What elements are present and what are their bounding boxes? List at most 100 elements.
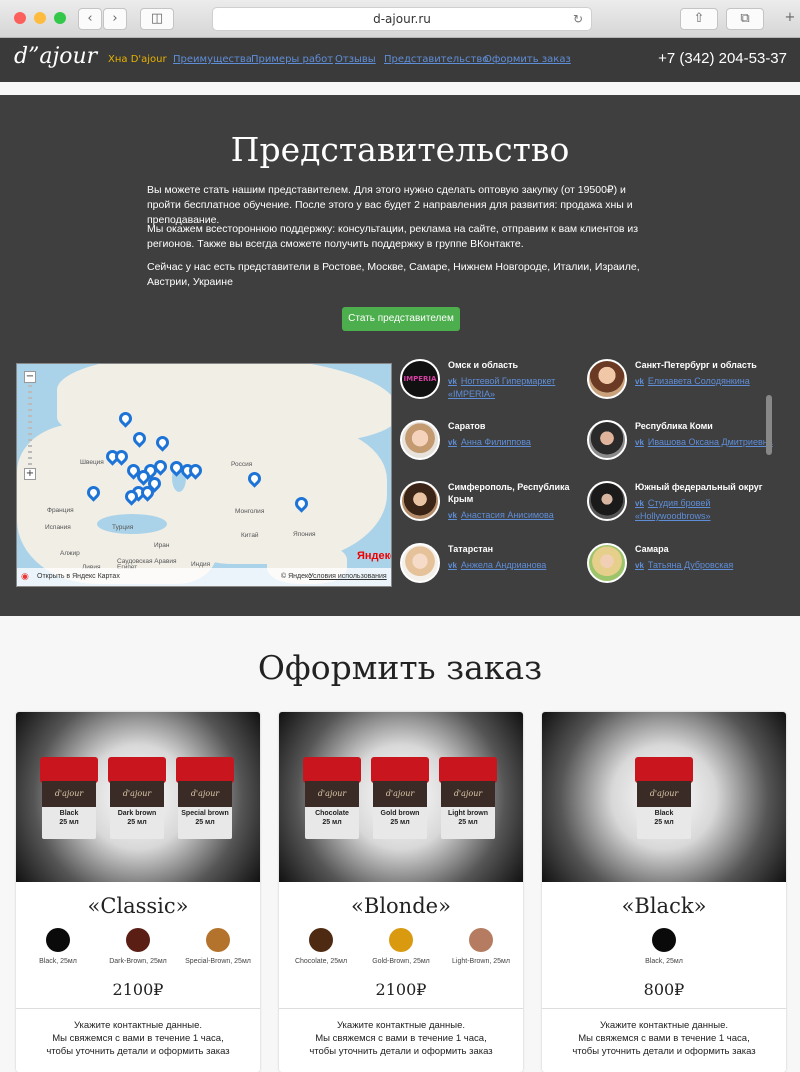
zoom-window-icon[interactable] [54, 12, 66, 24]
become-representative-button[interactable]: Стать представителем [342, 307, 460, 331]
rep-item: Санкт-Петербург и область vk Елизавета Со… [587, 359, 767, 419]
product-image: d'ajour Black 25 мл d'ajour Dark brown 25 мл… [16, 712, 260, 882]
nav-link-advantages[interactable]: Преимущества [173, 54, 252, 65]
phone-number[interactable]: +7 (342) 204-53-37 [658, 50, 787, 67]
rep-contact-link[interactable]: vk Ногтевой Гипермаркет «IMPERIA» [448, 375, 588, 400]
product-image: d'ajour Black 25 мл [542, 712, 786, 882]
map-terms-link[interactable]: Условия использования [309, 573, 387, 580]
contact-info: Укажите контактные данные. Мы свяжемся с … [46, 1020, 230, 1057]
vk-icon: vk [635, 377, 644, 386]
divider [279, 1008, 523, 1009]
henna-jar: d'ajour Black 25 мл [38, 757, 100, 841]
color-swatch[interactable]: Gold-Brown, 25мл [361, 928, 441, 973]
nav-link-henna[interactable]: Хна D'ajour [108, 54, 167, 65]
vk-icon: vk [635, 499, 644, 508]
sidebar-button[interactable]: ◫ [140, 8, 174, 30]
vk-icon: vk [448, 377, 457, 386]
rep-contact-link[interactable]: vk Анна Филиппова [448, 436, 588, 449]
rep-region: Саратов [448, 421, 486, 431]
product-title: «Classic» [87, 894, 189, 918]
map-label: Россия [231, 461, 253, 468]
order-title: Оформить заказ [257, 648, 543, 687]
reload-icon[interactable]: ↻ [573, 8, 583, 30]
tabs-button[interactable]: ⧉ [726, 8, 764, 30]
avatar [587, 481, 627, 521]
nav-link-order[interactable]: Оформить заказ [484, 54, 571, 65]
rep-region: Омск и область [448, 360, 519, 370]
nav-link-representation[interactable]: Представительство [384, 54, 488, 65]
avatar [587, 359, 627, 399]
map-label: Индия [191, 561, 211, 568]
rep-paragraph-3: Сейчас у нас есть представители в Ростов… [147, 261, 640, 288]
zoom-slider[interactable] [28, 385, 32, 465]
avatar [400, 420, 440, 460]
chevron-right-icon: › [112, 11, 118, 26]
rep-contact-link[interactable]: vk Елизавета Солодянкина [635, 375, 775, 388]
product-title: «Black» [621, 894, 707, 918]
map-label: Китай [241, 532, 259, 539]
vk-icon: vk [448, 561, 457, 570]
nav-link-reviews[interactable]: Отзывы [335, 54, 376, 65]
contact-info: Укажите контактные данные. Мы свяжемся с … [572, 1020, 756, 1057]
divider [542, 1008, 786, 1009]
section-title: Представительство [230, 130, 570, 169]
rep-contact-link[interactable]: vk Татьяна Дубровская [635, 559, 775, 572]
chevron-left-icon: ‹ [87, 11, 93, 26]
minimize-window-icon[interactable] [34, 12, 46, 24]
yandex-map[interactable]: Швеция Франция Испания Турция Иран Саудо… [16, 363, 392, 587]
yandex-logo: Яндекс [357, 550, 391, 562]
open-in-yandex-link[interactable]: Открыть в Яндекс Картах [37, 573, 120, 580]
avatar [587, 420, 627, 460]
rep-region: Санкт-Петербург и область [635, 360, 757, 370]
rep-contact-link[interactable]: vk Анастасия Анисимова [448, 509, 588, 522]
forward-button[interactable]: › [103, 8, 127, 30]
rep-contact-link[interactable]: vk Ивашова Оксана Дмитриевна [635, 436, 775, 449]
logo[interactable]: d”ajour [14, 44, 97, 69]
vk-icon: vk [635, 438, 644, 447]
rep-item: Республика Коми vk Ивашова Оксана Дмитрие… [587, 420, 773, 480]
share-button[interactable]: ⇧ [680, 8, 718, 30]
zoom-in-button[interactable]: + [24, 468, 36, 480]
map-label: Испания [45, 524, 71, 531]
rep-list-scrollbar[interactable] [766, 395, 772, 455]
new-tab-button[interactable]: + [778, 8, 800, 30]
zoom-out-button[interactable]: − [24, 371, 36, 383]
product-card-classic: d'ajour Black 25 мл d'ajour Dark brown 25 мл… [16, 712, 260, 1072]
rep-contact-link[interactable]: vk Анжела Андрианова [448, 559, 588, 572]
color-swatch[interactable]: Black, 25мл [18, 928, 98, 973]
close-window-icon[interactable] [14, 12, 26, 24]
color-swatch[interactable]: Light-Brown, 25мл [441, 928, 521, 973]
product-title: «Blonde» [351, 894, 451, 918]
vk-icon: vk [448, 438, 457, 447]
avatar [400, 481, 440, 521]
henna-jar: d'ajour Chocolate 25 мл [301, 757, 363, 841]
color-swatch[interactable]: Special-Brown, 25мл [178, 928, 258, 973]
henna-jar: d'ajour Black 25 мл [633, 757, 695, 841]
product-card-black: d'ajour Black 25 мл «Black» Black, 25мл 80… [542, 712, 786, 1072]
url-bar[interactable]: d-ajour.ru ↻ [212, 7, 592, 31]
henna-jar: d'ajour Gold brown 25 мл [369, 757, 431, 841]
rep-item: Татарстан vk Анжела Андрианова [400, 543, 580, 603]
map-copyright: © Яндекс [281, 573, 312, 580]
color-swatch[interactable]: Chocolate, 25мл [281, 928, 361, 973]
avatar: IMPERIA [400, 359, 440, 399]
rep-contact-link[interactable]: vk Студия бровей «Hollywoodbrows» [635, 497, 775, 522]
product-price: 2100₽ [112, 980, 164, 999]
rep-region: Республика Коми [635, 421, 713, 431]
vk-icon: vk [448, 511, 457, 520]
map-label: Япония [293, 531, 316, 538]
product-image: d'ajour Chocolate 25 мл d'ajour Gold brown 2… [279, 712, 523, 882]
map-label: Монголия [235, 508, 265, 515]
color-swatch[interactable]: Black, 25мл [624, 928, 704, 973]
browser-toolbar: ‹ › ◫ d-ajour.ru ↻ ⇧ ⧉ + [0, 0, 800, 38]
map-land [167, 424, 387, 564]
color-swatch[interactable]: Dark-Brown, 25мл [98, 928, 178, 973]
share-icon: ⇧ [693, 11, 705, 26]
back-button[interactable]: ‹ [78, 8, 102, 30]
rep-item: Симферополь, Республика Крым vk Анастасия… [400, 481, 580, 541]
location-pin-icon: ◉ [21, 571, 29, 581]
avatar [400, 543, 440, 583]
map-label: Алжир [60, 550, 80, 557]
nav-link-works[interactable]: Примеры работ [251, 54, 333, 65]
map-label: Иран [154, 542, 170, 549]
